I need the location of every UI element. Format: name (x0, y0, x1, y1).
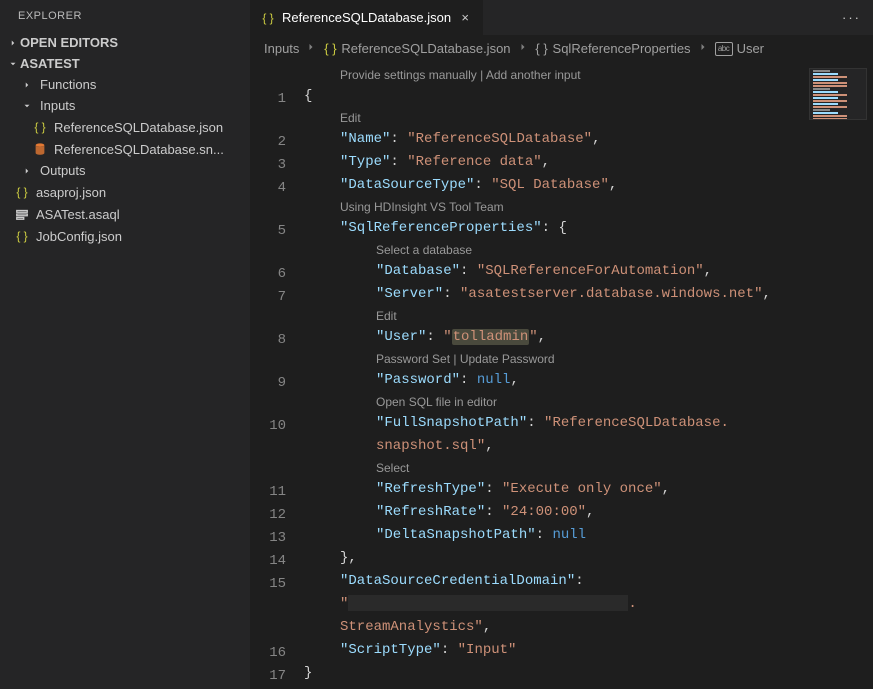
close-icon[interactable]: × (457, 10, 473, 25)
chevron-right-icon (517, 41, 529, 56)
codelens-opensql[interactable]: Open SQL file in editor (304, 392, 873, 412)
file-label: ASATest.asaql (36, 207, 120, 222)
codelens-top: Provide settings manually | Add another … (304, 65, 873, 85)
codelens-select[interactable]: Select (304, 458, 873, 478)
codelens-edit-user[interactable]: Edit (304, 306, 873, 326)
folder-outputs[interactable]: Outputs (0, 160, 250, 181)
file-label: ReferenceSQLDatabase.json (54, 120, 223, 135)
explorer-title: EXPLORER (0, 0, 250, 32)
json-icon: { } (260, 10, 276, 26)
file-asatest[interactable]: ASATest.asaql (0, 203, 250, 225)
codelens-password: Password Set | Update Password (304, 349, 873, 369)
chevron-right-icon (20, 166, 34, 176)
file-jobconfig[interactable]: { } JobConfig.json (0, 225, 250, 247)
json-icon: { } (14, 184, 30, 200)
project-label: ASATEST (20, 56, 80, 71)
codelens-add-input[interactable]: Add another input (486, 68, 581, 82)
file-label: asaproj.json (36, 185, 106, 200)
codelens-provide-settings[interactable]: Provide settings manually (340, 68, 477, 82)
breadcrumb-sqlref[interactable]: { } SqlReferenceProperties (535, 41, 691, 56)
string-icon: abc (715, 42, 733, 56)
file-asaproj[interactable]: { } asaproj.json (0, 181, 250, 203)
tab-reference-json[interactable]: { } ReferenceSQLDatabase.json × (250, 0, 483, 35)
folder-inputs[interactable]: Inputs (0, 95, 250, 116)
breadcrumb-inputs[interactable]: Inputs (264, 41, 299, 56)
codelens-hdinsight: Using HDInsight VS Tool Team (304, 197, 873, 217)
braces-icon: { } (535, 42, 549, 56)
breadcrumb-user[interactable]: abc User (715, 41, 764, 56)
breadcrumbs: Inputs { } ReferenceSQLDatabase.json { }… (250, 35, 873, 62)
redacted-value (348, 595, 628, 611)
project-section[interactable]: ASATEST (0, 53, 250, 74)
file-label: ReferenceSQLDatabase.sn... (54, 142, 224, 157)
minimap[interactable] (809, 68, 867, 120)
chevron-down-icon (20, 101, 34, 111)
database-icon (32, 141, 48, 157)
json-icon: { } (14, 228, 30, 244)
open-editors-section[interactable]: OPEN EDITORS (0, 32, 250, 53)
folder-label: Outputs (40, 163, 86, 178)
codelens-selectdb[interactable]: Select a database (304, 240, 873, 260)
editor[interactable]: 1 2 3 4 5 6 7 8 9 10 11 12 13 14 15 16 1… (250, 62, 873, 689)
tab-bar: { } ReferenceSQLDatabase.json × ··· (250, 0, 873, 35)
code-content[interactable]: Provide settings manually | Add another … (304, 62, 873, 689)
editor-group: { } ReferenceSQLDatabase.json × ··· Inpu… (250, 0, 873, 689)
chevron-right-icon (305, 41, 317, 56)
breadcrumb-file[interactable]: { } ReferenceSQLDatabase.json (323, 41, 510, 56)
file-reference-snapshot[interactable]: ReferenceSQLDatabase.sn... (0, 138, 250, 160)
folder-label: Inputs (40, 98, 75, 113)
codelens-edit-name[interactable]: Edit (304, 108, 873, 128)
chevron-down-icon (6, 59, 20, 69)
chevron-right-icon (6, 38, 20, 48)
folder-functions[interactable]: Functions (0, 74, 250, 95)
chevron-right-icon (697, 41, 709, 56)
file-icon (14, 206, 30, 222)
more-actions-icon[interactable]: ··· (830, 10, 873, 25)
folder-label: Functions (40, 77, 96, 92)
chevron-right-icon (20, 80, 34, 90)
line-gutter: 1 2 3 4 5 6 7 8 9 10 11 12 13 14 15 16 1… (250, 62, 304, 689)
file-label: JobConfig.json (36, 229, 122, 244)
explorer-sidebar: EXPLORER OPEN EDITORS ASATEST Functions … (0, 0, 250, 689)
json-icon: { } (323, 42, 337, 56)
file-reference-json[interactable]: { } ReferenceSQLDatabase.json (0, 116, 250, 138)
codelens-update-password[interactable]: Update Password (460, 352, 555, 366)
json-icon: { } (32, 119, 48, 135)
tab-label: ReferenceSQLDatabase.json (282, 10, 451, 25)
open-editors-label: OPEN EDITORS (20, 35, 118, 50)
